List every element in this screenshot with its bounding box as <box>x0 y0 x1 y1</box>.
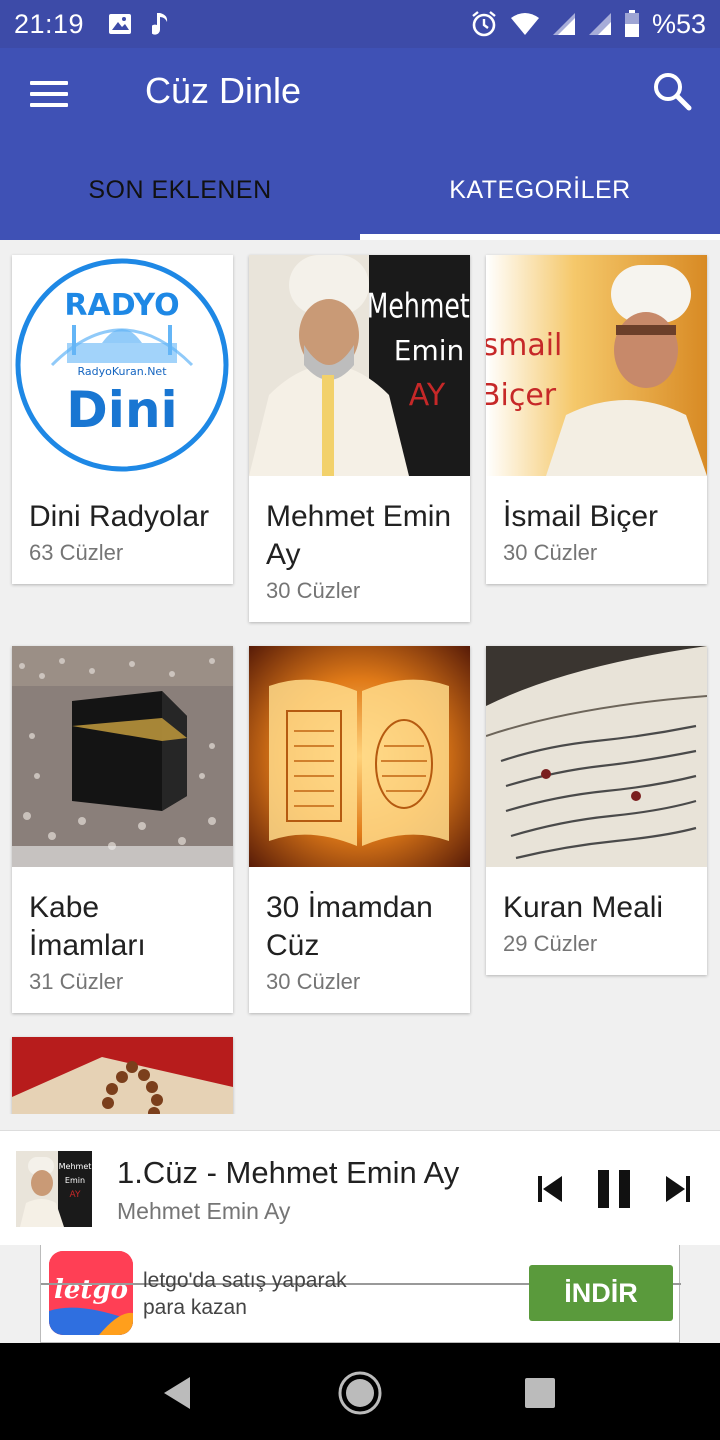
menu-icon[interactable] <box>30 70 82 118</box>
logo-text: Dini <box>66 381 177 439</box>
home-icon[interactable] <box>336 1369 384 1417</box>
pause-icon[interactable] <box>591 1167 639 1211</box>
letgo-logo-text: letgo <box>54 1275 128 1305</box>
category-card-dini-radyolar[interactable]: RADYO RadyoKuran.Net Dini Dini Radyolar … <box>12 255 233 584</box>
image-caption: Biçer <box>486 378 557 413</box>
signal-icon <box>552 12 576 36</box>
tab-kategoriler[interactable]: KATEGORİLER <box>360 140 720 240</box>
navigation-bar <box>0 1343 720 1440</box>
search-icon[interactable] <box>648 68 696 116</box>
page-title: Cüz Dinle <box>145 70 302 111</box>
category-thumbnail <box>12 1037 233 1114</box>
category-thumbnail <box>12 646 233 867</box>
category-count: 30 Cüzler <box>503 540 598 565</box>
ad-text: letgo'da satış yaparak para kazan <box>143 1269 347 1319</box>
category-title: Mehmet Emin Ay <box>266 500 452 571</box>
category-count: 30 Cüzler <box>266 578 361 603</box>
category-title: 30 İmamdan Cüz <box>266 891 433 962</box>
category-card-30-imamdan-cuz[interactable]: 30 İmamdan Cüz 30 Cüzler <box>249 646 470 1013</box>
player-artist: Mehmet Emin Ay <box>117 1198 291 1224</box>
back-icon[interactable] <box>156 1371 200 1415</box>
logo-text: RADYO <box>64 288 179 323</box>
image-caption: Emin <box>65 1176 85 1185</box>
category-thumbnail <box>249 646 470 867</box>
wifi-icon <box>510 12 540 36</box>
category-card-mehmet-emin-ay[interactable]: Mehmet Emin AY Mehmet Emin Ay 30 Cüzler <box>249 255 470 622</box>
category-title: Kabe İmamları <box>29 891 146 962</box>
battery-icon <box>624 10 640 38</box>
app-bar: Cüz Dinle <box>0 48 720 140</box>
image-caption: AY <box>70 1190 81 1200</box>
category-card-kuran-meali[interactable]: Kuran Meali 29 Cüzler <box>486 646 707 975</box>
status-bar: 21:19 %53 <box>0 0 720 48</box>
category-grid: RADYO RadyoKuran.Net Dini Dini Radyolar … <box>0 240 720 1114</box>
logo-text: RadyoKuran.Net <box>77 365 167 378</box>
signal-icon <box>588 12 612 36</box>
image-caption: Mehmet <box>59 1162 92 1171</box>
category-count: 30 Cüzler <box>266 969 361 994</box>
player-thumbnail: Mehmet Emin AY <box>16 1151 92 1227</box>
image-icon <box>108 13 132 35</box>
recents-icon[interactable] <box>518 1371 562 1415</box>
status-time: 21:19 <box>14 8 85 39</box>
category-thumbnail <box>486 646 707 867</box>
category-thumbnail: RADYO RadyoKuran.Net Dini <box>12 255 233 476</box>
category-title: Kuran Meali <box>503 891 664 924</box>
tab-bar: SON EKLENEN KATEGORİLER <box>0 140 720 240</box>
letgo-logo: letgo <box>49 1251 133 1335</box>
install-button[interactable]: İNDİR <box>529 1265 673 1321</box>
category-title: Dini Radyolar <box>29 500 210 533</box>
alarm-icon <box>470 10 498 38</box>
category-card-kabe-imamlari[interactable]: Kabe İmamları 31 Cüzler <box>12 646 233 1013</box>
image-caption: AY <box>409 378 446 413</box>
category-card-ismail-bicer[interactable]: İsmail Biçer İsmail Biçer 30 Cüzler <box>486 255 707 584</box>
mini-player[interactable]: Mehmet Emin AY 1.Cüz - Mehmet Emin Ay Me… <box>0 1130 720 1245</box>
category-title: İsmail Biçer <box>503 500 659 533</box>
image-caption: Mehmet <box>367 287 470 327</box>
tab-son-eklenen[interactable]: SON EKLENEN <box>0 140 360 240</box>
battery-level: %53 <box>651 8 706 39</box>
category-count: 63 Cüzler <box>29 540 124 565</box>
category-count: 31 Cüzler <box>29 969 124 994</box>
skip-next-icon[interactable] <box>656 1167 700 1211</box>
category-thumbnail: Mehmet Emin AY <box>249 255 470 476</box>
music-note-icon <box>152 11 170 37</box>
image-caption: Emin <box>394 334 465 367</box>
skip-previous-icon[interactable] <box>528 1167 572 1211</box>
category-card[interactable] <box>12 1037 233 1114</box>
image-caption: İsmail <box>486 327 562 363</box>
ad-banner[interactable]: letgo letgo'da satış yaparak para kazan … <box>40 1245 681 1343</box>
category-thumbnail: İsmail Biçer <box>486 255 707 476</box>
player-track-title: 1.Cüz - Mehmet Emin Ay <box>117 1155 460 1190</box>
category-count: 29 Cüzler <box>503 931 598 956</box>
